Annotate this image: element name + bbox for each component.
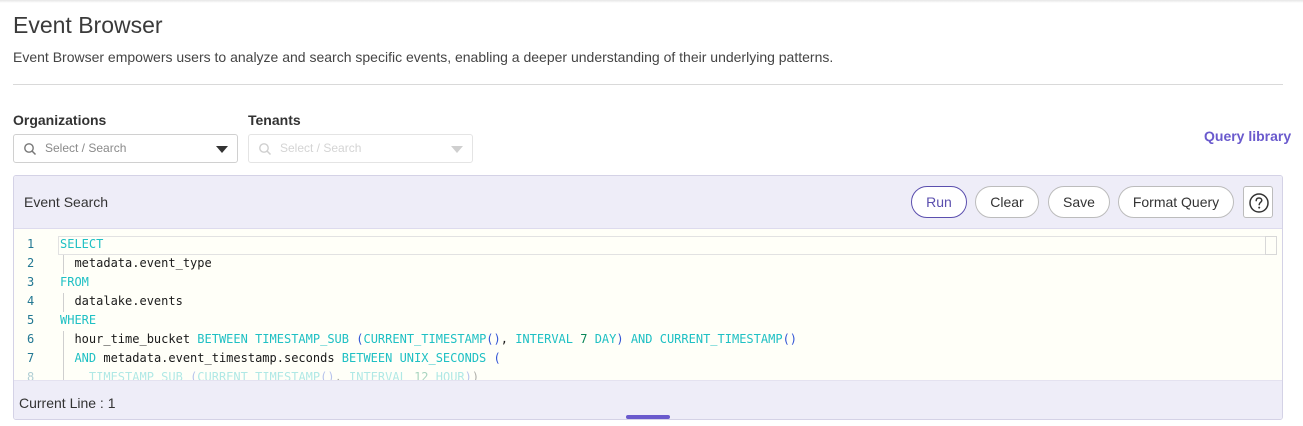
run-button[interactable]: Run [911, 186, 967, 218]
page-title: Event Browser [13, 12, 163, 38]
help-button[interactable] [1243, 186, 1273, 218]
organizations-select[interactable]: Select / Search [13, 134, 238, 163]
tenants-select[interactable]: Select / Search [248, 134, 473, 163]
format-query-button[interactable]: Format Query [1118, 186, 1234, 218]
resize-handle[interactable] [626, 415, 670, 419]
code-text: FROM [60, 275, 89, 289]
organizations-label: Organizations [13, 112, 107, 128]
help-icon [1249, 193, 1269, 213]
save-button[interactable]: Save [1048, 186, 1110, 218]
code-text: TIMESTAMP_SUB (CURRENT_TIMESTAMP(), INTE… [88, 370, 480, 380]
query-editor[interactable]: 1 SELECT 2 metadata.event_type 3 FROM 4 datal… [14, 229, 1282, 380]
line-number: 1 [27, 237, 35, 251]
page-description: Event Browser empowers users to analyze … [13, 49, 834, 65]
line-number: 8 [27, 370, 35, 380]
line-number: 4 [27, 294, 35, 308]
search-icon [24, 143, 37, 156]
event-search-panel: Event Search Run Clear Save Format Query… [13, 175, 1283, 420]
line-number: 7 [27, 351, 35, 365]
header-divider [13, 84, 1283, 85]
code-text: metadata.event_type [60, 256, 212, 270]
event-search-title: Event Search [24, 194, 109, 210]
code-text: WHERE [60, 313, 97, 327]
code-text: SELECT [60, 237, 104, 251]
event-search-header: Event Search Run Clear Save Format Query [14, 176, 1282, 229]
code-text: datalake.events [60, 294, 183, 308]
chevron-down-icon[interactable] [451, 146, 463, 153]
tenants-placeholder: Select / Search [280, 141, 362, 155]
line-number: 6 [27, 332, 35, 346]
code-text: hour_time_bucket BETWEEN TIMESTAMP_SUB (… [60, 332, 798, 346]
line-number: 3 [27, 275, 35, 289]
search-icon [259, 143, 272, 156]
organizations-placeholder: Select / Search [45, 141, 127, 155]
chevron-down-icon[interactable] [216, 146, 228, 153]
tenants-label: Tenants [248, 112, 301, 128]
clear-button[interactable]: Clear [975, 186, 1039, 218]
current-line-status: Current Line : 1 [19, 395, 116, 411]
line-number: 2 [27, 256, 35, 270]
query-library-link[interactable]: Query library [1204, 128, 1291, 144]
editor-status-bar: Current Line : 1 [14, 380, 1282, 419]
line-number: 5 [27, 313, 35, 327]
top-shadow [0, 0, 1303, 3]
code-text: AND metadata.event_timestamp.seconds BET… [74, 351, 501, 365]
active-line-highlight [58, 236, 1277, 255]
